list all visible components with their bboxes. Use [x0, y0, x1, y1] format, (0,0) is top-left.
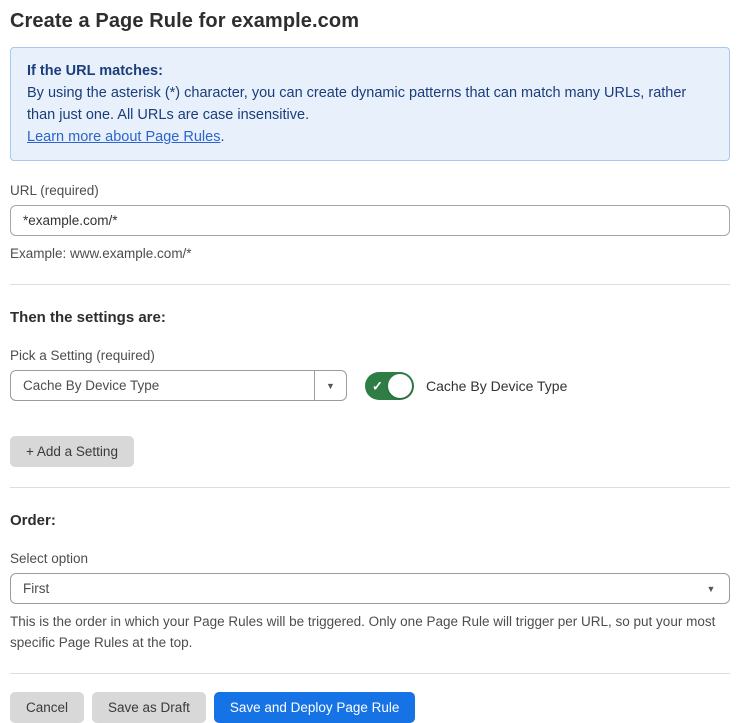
info-box-heading: If the URL matches:	[27, 60, 713, 82]
pick-setting-label: Pick a Setting (required)	[10, 348, 730, 363]
setting-row: Cache By Device Type ▼ ✓ Cache By Device…	[10, 370, 730, 401]
select-option-label: Select option	[10, 551, 730, 566]
chevron-down-icon: ▼	[315, 381, 346, 391]
setting-select-value: Cache By Device Type	[11, 378, 314, 393]
info-box-link-line: Learn more about Page Rules.	[27, 126, 713, 148]
link-suffix: .	[220, 129, 224, 145]
divider	[10, 487, 730, 488]
url-label: URL (required)	[10, 183, 730, 198]
cancel-button[interactable]: Cancel	[10, 692, 84, 723]
footer-actions: Cancel Save as Draft Save and Deploy Pag…	[10, 692, 730, 723]
order-select[interactable]: First ▼	[10, 573, 730, 604]
toggle-label: Cache By Device Type	[426, 378, 567, 394]
url-example-helper: Example: www.example.com/*	[10, 243, 730, 264]
url-input[interactable]	[10, 205, 730, 236]
save-and-deploy-button[interactable]: Save and Deploy Page Rule	[214, 692, 416, 723]
cache-by-device-type-toggle[interactable]: ✓	[365, 372, 414, 400]
chevron-down-icon: ▼	[693, 584, 729, 594]
url-match-info-box: If the URL matches: By using the asteris…	[10, 47, 730, 161]
order-section-heading: Order:	[10, 512, 730, 529]
check-icon: ✓	[372, 379, 383, 392]
page-title: Create a Page Rule for example.com	[10, 10, 730, 33]
create-page-rule-form: Create a Page Rule for example.com If th…	[0, 0, 750, 723]
toggle-knob	[388, 374, 412, 398]
divider	[10, 284, 730, 285]
learn-more-link[interactable]: Learn more about Page Rules	[27, 129, 220, 145]
save-as-draft-button[interactable]: Save as Draft	[92, 692, 206, 723]
add-setting-button[interactable]: + Add a Setting	[10, 436, 134, 467]
info-box-body: By using the asterisk (*) character, you…	[27, 82, 713, 126]
order-helper-text: This is the order in which your Page Rul…	[10, 611, 730, 653]
divider	[10, 673, 730, 674]
order-select-value: First	[11, 581, 693, 596]
setting-select[interactable]: Cache By Device Type ▼	[10, 370, 347, 401]
settings-section-heading: Then the settings are:	[10, 309, 730, 326]
